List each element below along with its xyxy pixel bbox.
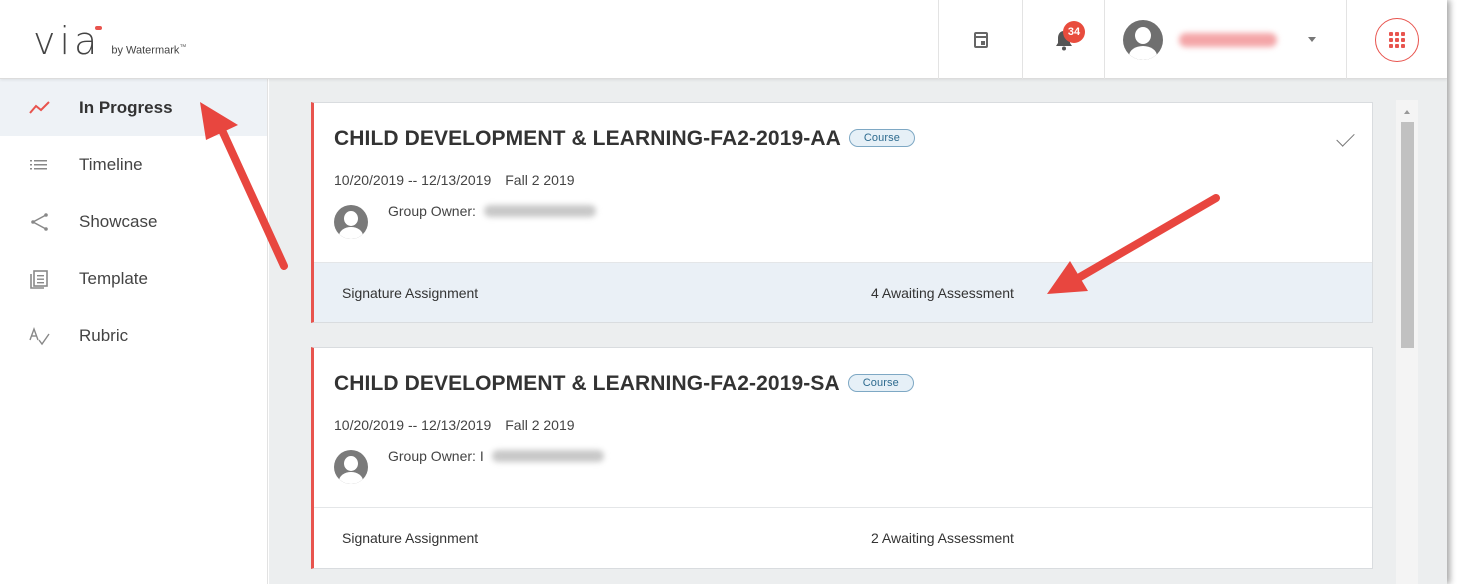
course-title-text: CHILD DEVELOPMENT & LEARNING-FA2-2019-SA bbox=[334, 372, 840, 395]
sidebar-item-label: In Progress bbox=[79, 97, 173, 117]
course-title-text: CHILD DEVELOPMENT & LEARNING-FA2-2019-AA bbox=[334, 127, 841, 150]
course-dates: 10/20/2019 -- 12/13/2019 Fall 2 2019 bbox=[334, 172, 575, 188]
logo-tm: ™ bbox=[179, 44, 187, 52]
logo-dot bbox=[95, 26, 102, 30]
logo-word: via bbox=[33, 19, 102, 63]
term-label: Fall 2 2019 bbox=[505, 172, 575, 188]
via-logo[interactable]: via by Watermark™ bbox=[33, 22, 186, 60]
owner-avatar bbox=[334, 450, 368, 484]
scroll-up-arrow-icon[interactable] bbox=[1404, 110, 1410, 114]
awaiting-assessment-count[interactable]: 4 Awaiting Assessment bbox=[871, 285, 1014, 301]
awaiting-assessment-count[interactable]: 2 Awaiting Assessment bbox=[871, 530, 1014, 546]
list-icon bbox=[30, 159, 47, 169]
apps-grid-icon bbox=[1375, 17, 1419, 62]
sidebar-item-label: Showcase bbox=[79, 211, 158, 231]
course-badge: Course bbox=[848, 129, 915, 147]
owner-avatar bbox=[334, 205, 368, 239]
course-badge: Course bbox=[847, 374, 914, 392]
owner-label: Group Owner: bbox=[388, 203, 596, 219]
owner-label-text: Group Owner: I bbox=[388, 448, 484, 464]
assignment-row[interactable]: Signature Assignment 4 Awaiting Assessme… bbox=[314, 262, 1372, 322]
trend-line-icon bbox=[29, 100, 50, 114]
sidebar-item-rubric[interactable]: Rubric bbox=[0, 307, 267, 364]
sidebar-item-in-progress[interactable]: In Progress bbox=[0, 79, 267, 136]
calendar-button[interactable] bbox=[938, 0, 1022, 79]
user-avatar bbox=[1123, 19, 1163, 60]
app-window: via by Watermark™ 34 In Progress Timelin… bbox=[0, 0, 1447, 584]
calendar-icon bbox=[973, 31, 988, 48]
assignment-row[interactable]: Signature Assignment 2 Awaiting Assessme… bbox=[314, 507, 1372, 568]
group-owner: Group Owner: bbox=[334, 203, 596, 239]
owner-label-text: Group Owner: bbox=[388, 203, 476, 219]
sidebar-item-template[interactable]: Template bbox=[0, 250, 267, 307]
course-title[interactable]: CHILD DEVELOPMENT & LEARNING-FA2-2019-AA… bbox=[334, 127, 915, 151]
sidebar-item-label: Template bbox=[79, 268, 148, 288]
share-icon bbox=[31, 212, 48, 231]
sidebar-item-timeline[interactable]: Timeline bbox=[0, 136, 267, 193]
course-card[interactable]: CHILD DEVELOPMENT & LEARNING-FA2-2019-AA… bbox=[311, 102, 1373, 323]
caret-down-icon bbox=[1308, 37, 1316, 42]
user-menu[interactable] bbox=[1104, 0, 1346, 79]
top-header: via by Watermark™ bbox=[0, 0, 1447, 79]
logo-by-text: by Watermark bbox=[111, 45, 180, 57]
sidebar-item-label: Timeline bbox=[79, 154, 143, 174]
group-owner: Group Owner: I bbox=[334, 448, 604, 484]
date-range: 10/20/2019 -- 12/13/2019 bbox=[334, 172, 492, 188]
apps-menu-button[interactable] bbox=[1346, 0, 1447, 79]
logo-byline: by Watermark™ bbox=[111, 44, 186, 57]
scrollbar-thumb[interactable] bbox=[1401, 122, 1414, 348]
sidebar-nav: In Progress Timeline Showcase Template R… bbox=[0, 79, 268, 584]
rubric-icon bbox=[29, 326, 50, 345]
user-name-redacted bbox=[1179, 32, 1277, 47]
assignment-name: Signature Assignment bbox=[342, 284, 479, 301]
sidebar-item-showcase[interactable]: Showcase bbox=[0, 193, 267, 250]
owner-label: Group Owner: I bbox=[388, 448, 604, 464]
date-range: 10/20/2019 -- 12/13/2019 bbox=[334, 417, 492, 433]
assignment-name: Signature Assignment bbox=[342, 530, 479, 546]
course-title[interactable]: CHILD DEVELOPMENT & LEARNING-FA2-2019-SA… bbox=[334, 372, 914, 396]
course-card[interactable]: CHILD DEVELOPMENT & LEARNING-FA2-2019-SA… bbox=[311, 347, 1373, 569]
template-icon bbox=[30, 269, 48, 289]
notifications-button[interactable] bbox=[1022, 0, 1104, 79]
term-label: Fall 2 2019 bbox=[505, 417, 575, 433]
check-icon[interactable] bbox=[1336, 128, 1355, 147]
owner-name-redacted bbox=[491, 450, 604, 462]
owner-name-redacted bbox=[483, 205, 596, 217]
notification-count-badge: 34 bbox=[1063, 21, 1085, 43]
sidebar-item-label: Rubric bbox=[79, 325, 129, 345]
course-dates: 10/20/2019 -- 12/13/2019 Fall 2 2019 bbox=[334, 417, 575, 433]
main-content: CHILD DEVELOPMENT & LEARNING-FA2-2019-AA… bbox=[269, 79, 1447, 584]
scrollbar[interactable] bbox=[1396, 100, 1418, 584]
